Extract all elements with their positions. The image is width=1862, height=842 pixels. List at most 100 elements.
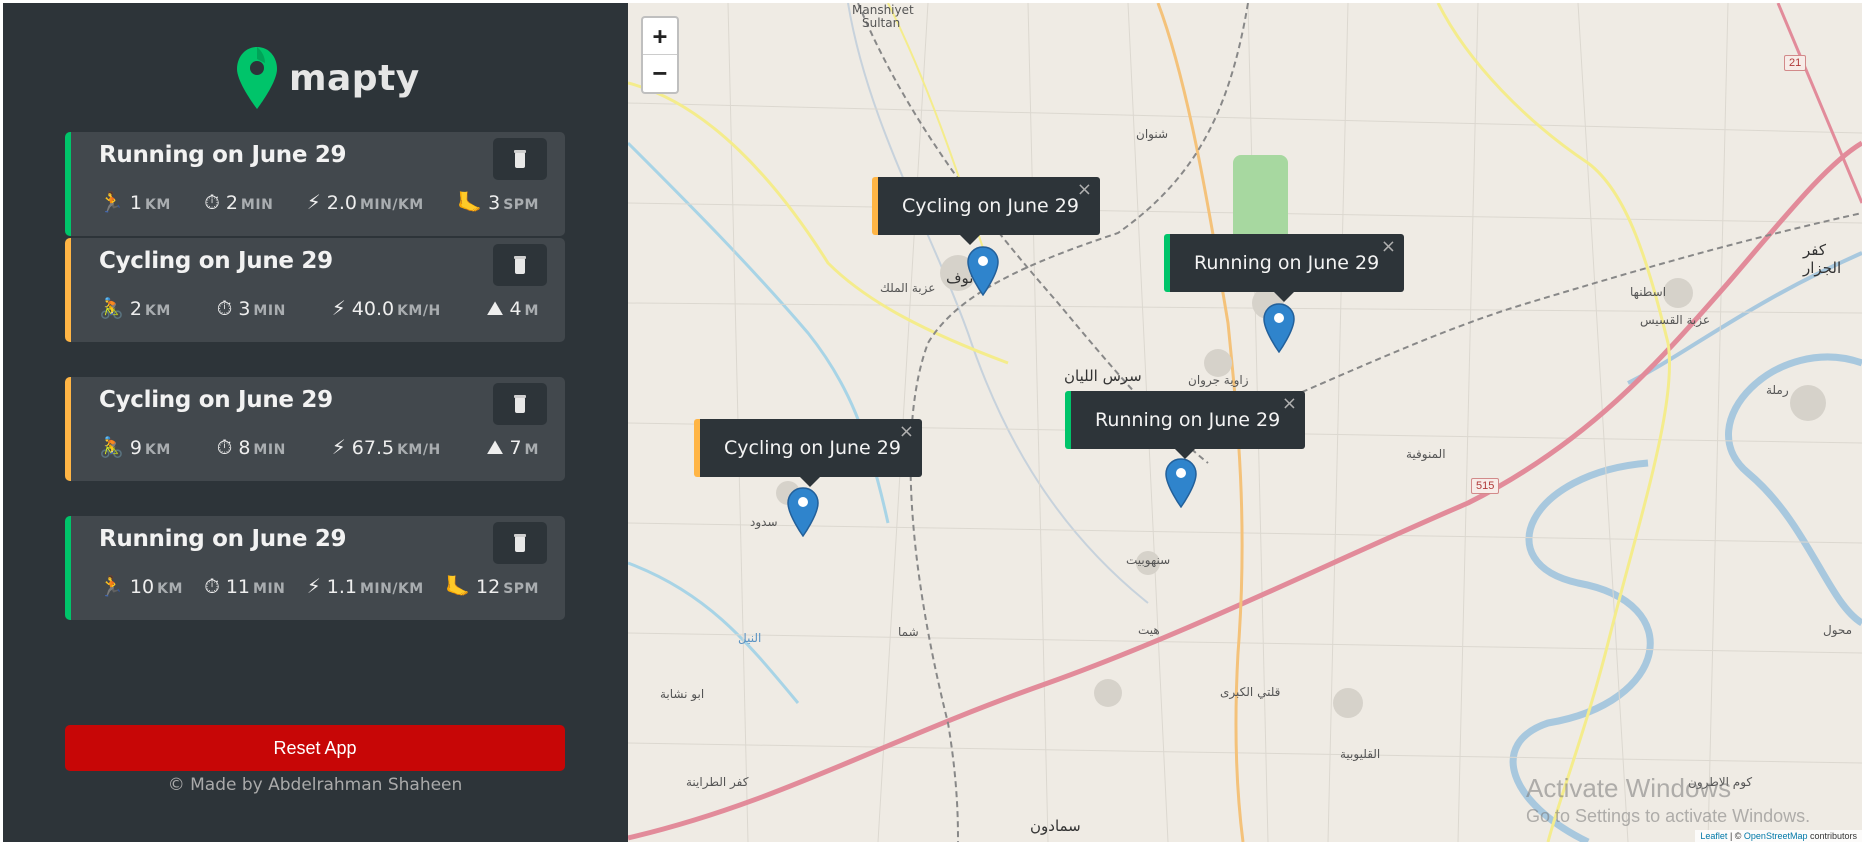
duration-stat: ⏱ 2 MIN bbox=[204, 190, 273, 214]
elevation-value: 4 bbox=[509, 298, 522, 320]
map-label: قلتي الكبرى bbox=[1220, 685, 1281, 699]
close-icon[interactable]: × bbox=[899, 403, 914, 461]
cadence-unit: SPM bbox=[503, 581, 539, 597]
duration-value: 2 bbox=[225, 192, 238, 214]
close-icon[interactable]: × bbox=[1381, 218, 1396, 276]
map-label: كفر الطراينة bbox=[686, 775, 749, 789]
pace-stat: ⚡ 2.0 MIN/KM bbox=[307, 190, 424, 214]
map-label: اسطنها bbox=[1630, 285, 1667, 299]
pace-value: 2.0 bbox=[326, 192, 357, 214]
map-label: ابو نشابة bbox=[660, 687, 705, 701]
pace-unit: MIN/KM bbox=[359, 197, 424, 213]
workout-popup[interactable]: Running on June 29 × bbox=[1164, 234, 1404, 302]
workout-card-cycling[interactable]: Cycling on June 29 🚴 2 KM ⏱ 3 MIN ⚡ 40.0 KM/H … bbox=[65, 238, 565, 342]
duration-value: 11 bbox=[225, 576, 251, 598]
distance-stat: 🏃 10 KM bbox=[99, 574, 183, 598]
distance-value: 9 bbox=[129, 437, 142, 459]
road-shield: 21 bbox=[1784, 55, 1807, 71]
cadence-value: 3 bbox=[488, 192, 501, 214]
workout-popup[interactable]: Cycling on June 29 × bbox=[872, 177, 1100, 245]
workout-card-cycling[interactable]: Cycling on June 29 🚴 9 KM ⏱ 8 MIN ⚡ 67.5 KM/H … bbox=[65, 377, 565, 481]
cadence-stat: 🦶 12 SPM bbox=[445, 574, 539, 598]
stopwatch-icon: ⏱ bbox=[204, 190, 220, 214]
stopwatch-icon: ⏱ bbox=[216, 435, 233, 459]
map-label: سنهوبيت bbox=[1126, 553, 1171, 567]
leaflet-link[interactable]: Leaflet bbox=[1700, 831, 1727, 841]
delete-workout-button[interactable] bbox=[493, 138, 547, 180]
workout-title: Running on June 29 bbox=[99, 142, 347, 168]
activate-windows-watermark: Activate Windows Go to Settings to activ… bbox=[1526, 773, 1810, 827]
speed-stat: ⚡ 67.5 KM/H bbox=[332, 435, 441, 459]
distance-value: 1 bbox=[129, 192, 142, 214]
lightning-icon: ⚡ bbox=[331, 435, 346, 459]
popup-label: Running on June 29 bbox=[1095, 409, 1281, 431]
workout-popup[interactable]: Running on June 29 × bbox=[1065, 391, 1305, 459]
openstreetmap-link[interactable]: OpenStreetMap bbox=[1744, 831, 1808, 841]
workout-popup[interactable]: Cycling on June 29 × bbox=[694, 419, 922, 487]
foot-icon: 🦶 bbox=[445, 574, 470, 598]
pace-stat: ⚡ 1.1 MIN/KM bbox=[307, 574, 424, 598]
lightning-icon: ⚡ bbox=[331, 296, 346, 320]
lightning-icon: ⚡ bbox=[306, 574, 321, 598]
distance-unit: KM bbox=[145, 303, 171, 319]
cadence-stat: 🦶 3 SPM bbox=[457, 190, 539, 214]
map-marker-icon[interactable] bbox=[1263, 303, 1295, 353]
duration-value: 8 bbox=[238, 437, 251, 459]
runner-icon: 🏃 bbox=[99, 574, 124, 598]
speed-stat: ⚡ 40.0 KM/H bbox=[332, 296, 441, 320]
map-label: محول bbox=[1823, 623, 1853, 637]
map-label: كفر الجزار bbox=[1803, 241, 1842, 277]
workout-title: Running on June 29 bbox=[99, 526, 347, 552]
delete-workout-button[interactable] bbox=[493, 244, 547, 286]
delete-workout-button[interactable] bbox=[493, 383, 547, 425]
bicycle-icon: 🚴 bbox=[99, 435, 124, 459]
pace-unit: MIN/KM bbox=[359, 581, 424, 597]
watermark-subtitle: Go to Settings to activate Windows. bbox=[1526, 806, 1811, 826]
map[interactable]: + − Manshiyet Sultan شنوان عزبة الملك نو… bbox=[628, 3, 1862, 842]
duration-stat: ⏱ 3 MIN bbox=[217, 296, 286, 320]
map-marker-icon[interactable] bbox=[787, 487, 819, 537]
workout-card-running[interactable]: Running on June 29 🏃 10 KM ⏱ 11 MIN ⚡ 1.1 MIN/… bbox=[65, 516, 565, 620]
stopwatch-icon: ⏱ bbox=[204, 574, 220, 598]
close-icon[interactable]: × bbox=[1077, 161, 1092, 219]
distance-value: 10 bbox=[129, 576, 155, 598]
elevation-unit: M bbox=[524, 303, 539, 319]
distance-stat: 🏃 1 KM bbox=[99, 190, 171, 214]
trash-icon bbox=[514, 534, 526, 552]
trash-icon bbox=[514, 395, 526, 413]
map-label: شما bbox=[898, 625, 919, 639]
cadence-unit: SPM bbox=[503, 197, 539, 213]
delete-workout-button[interactable] bbox=[493, 522, 547, 564]
zoom-in-button[interactable]: + bbox=[643, 18, 677, 55]
map-label: Manshiyet bbox=[852, 3, 914, 17]
mountain-icon: ⛰ bbox=[486, 435, 504, 459]
close-icon[interactable]: × bbox=[1282, 375, 1297, 433]
foot-icon: 🦶 bbox=[457, 190, 483, 214]
map-marker-icon[interactable] bbox=[967, 246, 999, 296]
distance-value: 2 bbox=[129, 298, 142, 320]
sidebar: mapty Running on June 29 🏃 1 KM ⏱ 2 MIN ⚡ 2.0… bbox=[3, 3, 628, 842]
map-marker-icon[interactable] bbox=[1165, 458, 1197, 508]
duration-unit: MIN bbox=[253, 303, 286, 319]
popup-label: Cycling on June 29 bbox=[724, 437, 901, 459]
elevation-stat: ⛰ 4 M bbox=[487, 296, 539, 320]
zoom-out-button[interactable]: − bbox=[643, 55, 677, 92]
workout-title: Cycling on June 29 bbox=[99, 248, 333, 274]
distance-stat: 🚴 2 KM bbox=[99, 296, 171, 320]
speed-value: 67.5 bbox=[351, 437, 395, 459]
cadence-value: 12 bbox=[476, 576, 501, 598]
popup-tip bbox=[959, 234, 981, 245]
duration-unit: MIN bbox=[253, 581, 286, 597]
workout-card-running[interactable]: Running on June 29 🏃 1 KM ⏱ 2 MIN ⚡ 2.0 MIN/KM… bbox=[65, 132, 565, 236]
duration-value: 3 bbox=[238, 298, 251, 320]
popup-tip bbox=[1273, 291, 1295, 302]
stopwatch-icon: ⏱ bbox=[216, 296, 233, 320]
mountain-icon: ⛰ bbox=[486, 296, 504, 320]
map-label: سدود bbox=[750, 515, 778, 529]
map-label: المنوفية bbox=[1406, 447, 1446, 461]
reset-app-button[interactable]: Reset App bbox=[65, 725, 565, 771]
speed-unit: KM/H bbox=[397, 442, 441, 458]
map-label: زاوية جروان bbox=[1188, 373, 1249, 387]
elevation-unit: M bbox=[524, 442, 539, 458]
map-label: رملة bbox=[1766, 383, 1789, 397]
